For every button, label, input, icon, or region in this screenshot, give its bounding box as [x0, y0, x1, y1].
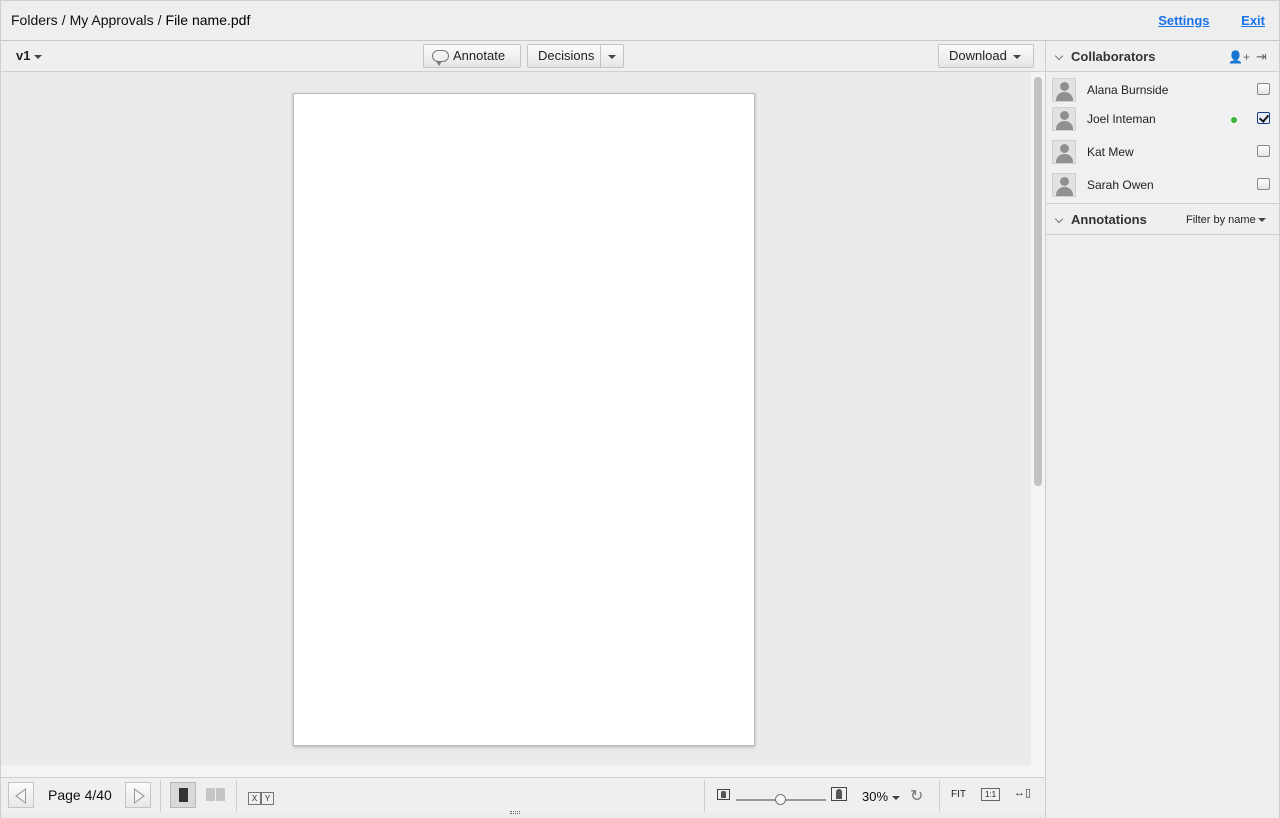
fit-width-icon[interactable]: ↔▯	[1014, 786, 1031, 799]
divider	[160, 780, 161, 812]
y-toggle[interactable]: Y	[261, 792, 274, 805]
avatar	[1052, 107, 1076, 131]
viewer-footer: Page 4/40 XY 30% ↻ FIT 1:1 ↔▯	[1, 777, 1046, 814]
filter-by-name-dropdown[interactable]: Filter by name	[1186, 214, 1266, 226]
scrollbar-thumb[interactable]	[1034, 77, 1042, 486]
divider	[704, 780, 705, 812]
actual-size-button[interactable]: 1:1	[981, 788, 1000, 801]
decisions-dropdown-button[interactable]	[600, 44, 624, 68]
vertical-scrollbar[interactable]	[1031, 72, 1046, 777]
document-page[interactable]	[293, 93, 755, 746]
chevron-down-icon	[608, 54, 616, 59]
rotate-icon[interactable]: ↻	[910, 786, 923, 806]
collaborator-row[interactable]: Joel Inteman	[1046, 104, 1279, 134]
collaborator-checkbox[interactable]	[1257, 112, 1270, 124]
collaborators-list: Alana Burnside Joel Inteman Kat Mew Sara…	[1046, 72, 1279, 204]
chevron-down-icon	[892, 795, 901, 800]
collaborator-checkbox[interactable]	[1257, 145, 1270, 157]
avatar	[1052, 140, 1076, 164]
two-page-view-button[interactable]	[203, 782, 229, 808]
sign-in-icon[interactable]: ⇥	[1256, 49, 1267, 65]
annotations-title: Annotations	[1071, 212, 1147, 227]
annotate-button[interactable]: Annotate	[423, 44, 521, 68]
exit-link[interactable]: Exit	[1241, 13, 1265, 28]
previous-page-button[interactable]	[8, 782, 34, 808]
top-links: Settings Exit	[1130, 13, 1265, 28]
breadcrumb-separator: /	[61, 12, 66, 28]
fit-page-button[interactable]: FIT	[951, 789, 966, 800]
version-label: v1	[16, 48, 31, 63]
breadcrumb: Folders / My Approvals / File name.pdf	[11, 12, 250, 28]
collaborator-name: Joel Inteman	[1087, 112, 1156, 126]
single-page-view-button[interactable]	[170, 782, 196, 808]
collaborators-header[interactable]: Collaborators 👤+ ⇥	[1046, 41, 1279, 72]
decisions-label: Decisions	[538, 48, 595, 63]
zoom-in-icon[interactable]	[831, 787, 847, 801]
chevron-down-icon	[34, 54, 43, 59]
divider	[939, 780, 940, 812]
divider	[236, 780, 237, 812]
filter-label: Filter by name	[1186, 214, 1256, 226]
side-panel: Collaborators 👤+ ⇥ Alana Burnside Joel I…	[1045, 41, 1280, 818]
speech-bubble-icon	[432, 50, 449, 66]
x-toggle[interactable]: X	[248, 792, 261, 805]
avatar	[1052, 173, 1076, 197]
document-viewer: v1 Annotate Decisions Download Page 4/40…	[0, 41, 1046, 818]
annotate-label: Annotate	[453, 48, 506, 63]
version-selector[interactable]: v1	[16, 48, 43, 63]
top-bar: Folders / My Approvals / File name.pdf Setti…	[0, 0, 1280, 41]
download-button[interactable]: Download	[938, 44, 1034, 68]
zoom-level-dropdown[interactable]: 30%	[862, 789, 901, 804]
resize-grip-icon[interactable]	[510, 811, 520, 814]
collaborator-name: Kat Mew	[1087, 145, 1134, 159]
compare-xy-toggle: XY	[248, 789, 274, 805]
triangle-right-icon	[134, 788, 145, 804]
settings-link[interactable]: Settings	[1158, 13, 1209, 28]
avatar	[1052, 78, 1076, 102]
zoom-level-value: 30%	[862, 789, 889, 804]
download-label: Download	[949, 48, 1007, 63]
page-indicator: Page 4/40	[48, 787, 112, 803]
breadcrumb-separator: /	[157, 12, 162, 28]
online-status-dot	[1231, 117, 1237, 123]
breadcrumb-my-approvals[interactable]: My Approvals	[70, 12, 154, 28]
horizontal-scroll-area	[1, 765, 1046, 777]
breadcrumb-current-file: File name.pdf	[165, 12, 251, 28]
page-canvas[interactable]	[1, 72, 1031, 777]
collaborator-row[interactable]: Sarah Owen	[1046, 170, 1279, 200]
collaborator-checkbox[interactable]	[1257, 83, 1270, 95]
annotations-header[interactable]: Annotations Filter by name	[1046, 204, 1279, 235]
viewer-toolbar: v1 Annotate Decisions Download	[1, 41, 1046, 72]
zoom-slider-handle[interactable]	[775, 794, 786, 805]
triangle-left-icon	[15, 788, 26, 804]
next-page-button[interactable]	[125, 782, 151, 808]
chevron-down-icon[interactable]	[1054, 214, 1064, 224]
zoom-out-icon[interactable]	[717, 789, 730, 800]
collaborator-name: Sarah Owen	[1087, 178, 1154, 192]
collaborator-row[interactable]: Alana Burnside	[1046, 75, 1279, 105]
breadcrumb-folders[interactable]: Folders	[11, 12, 58, 28]
collaborator-checkbox[interactable]	[1257, 178, 1270, 190]
decisions-button[interactable]: Decisions	[527, 44, 602, 68]
chevron-down-icon	[1012, 54, 1021, 59]
add-person-icon[interactable]: 👤+	[1228, 50, 1250, 64]
collaborator-name: Alana Burnside	[1087, 83, 1169, 97]
collaborator-row[interactable]: Kat Mew	[1046, 137, 1279, 167]
chevron-down-icon	[1257, 218, 1266, 223]
collaborators-title: Collaborators	[1071, 49, 1156, 64]
chevron-down-icon[interactable]	[1054, 51, 1064, 61]
